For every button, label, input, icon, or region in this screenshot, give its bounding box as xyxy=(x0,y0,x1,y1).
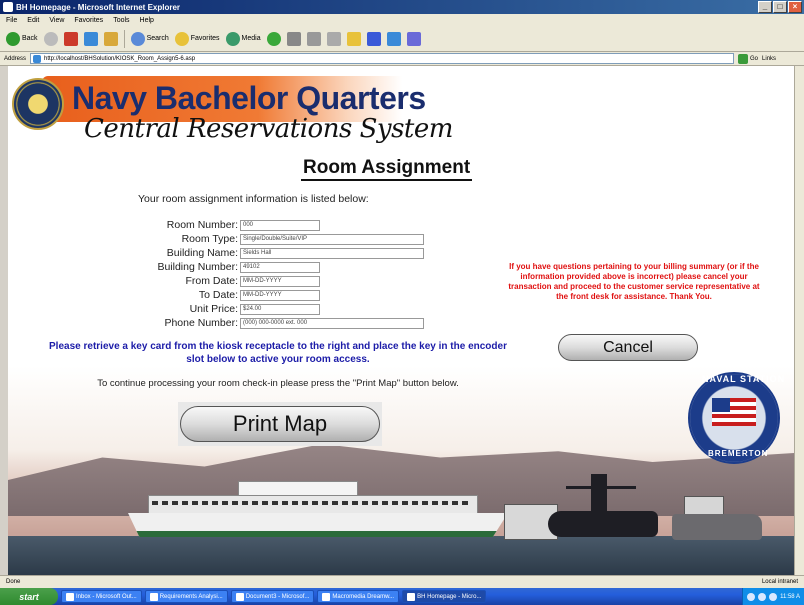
start-button[interactable]: start xyxy=(0,588,58,605)
history-icon[interactable] xyxy=(266,31,281,46)
page-content: Navy Bachelor Quarters Central Reservati… xyxy=(8,66,794,575)
ie-icon xyxy=(3,2,13,12)
task-requirements[interactable]: Requirements Analysi... xyxy=(144,590,228,603)
intro-text: Your room assignment information is list… xyxy=(138,193,369,205)
go-button[interactable]: Go xyxy=(738,53,758,64)
back-arrow-icon xyxy=(6,31,20,46)
room-type-field: Single/Double/Suite/VIP xyxy=(240,233,424,245)
stop-icon[interactable] xyxy=(63,31,78,46)
print-icon[interactable] xyxy=(306,31,321,46)
media-icon xyxy=(225,31,240,46)
minimize-button[interactable]: _ xyxy=(758,1,772,13)
window-titlebar: BH Homepage - Microsoft Internet Explore… xyxy=(0,0,804,14)
star-icon xyxy=(174,31,189,46)
network-icon[interactable] xyxy=(747,592,756,601)
maximize-button[interactable]: □ xyxy=(773,1,787,13)
address-input[interactable]: http://localhost/BHSolution/KIOSK_Room_A… xyxy=(30,53,735,64)
browser-toolbar: Back Search Favorites Media xyxy=(0,26,804,52)
to-date-field: MM-DD-YYYY xyxy=(240,289,320,301)
task-document3[interactable]: Document3 - Microsof... xyxy=(230,590,315,603)
home-icon[interactable] xyxy=(103,31,118,46)
word-icon xyxy=(149,592,158,601)
go-arrow-icon xyxy=(738,53,749,64)
edit-icon[interactable] xyxy=(326,31,341,46)
close-button[interactable]: × xyxy=(788,1,802,13)
unit-price-field: $24.00 xyxy=(240,303,320,315)
search-icon xyxy=(130,31,145,46)
key-card-instruction: Please retrieve a key card from the kios… xyxy=(49,341,507,365)
clock: 11:58 A xyxy=(780,593,800,600)
ie-icon xyxy=(407,592,416,601)
seal-text-bottom: BREMERTON xyxy=(708,449,769,458)
building-number-field: 49102 xyxy=(240,261,320,273)
task-outlook[interactable]: Inbox - Microsoft Out... xyxy=(61,590,142,603)
back-button[interactable]: Back xyxy=(6,31,38,46)
from-date-field: MM-DD-YYYY xyxy=(240,275,320,287)
system-tray: 11:58 A xyxy=(742,588,804,605)
media-button[interactable]: Media xyxy=(225,31,261,46)
cancel-button[interactable]: Cancel xyxy=(558,334,698,361)
seal-text-top: NAVAL STATION xyxy=(702,374,786,384)
page-icon xyxy=(33,54,42,63)
harbor-photo xyxy=(8,366,794,575)
links-button[interactable]: Links xyxy=(762,56,776,62)
continue-instruction: To continue processing your room check-i… xyxy=(97,378,459,389)
address-url: http://localhost/BHSolution/KIOSK_Room_A… xyxy=(44,55,196,62)
banner-subtitle: Central Reservations System xyxy=(84,114,453,144)
forward-arrow-icon[interactable] xyxy=(43,31,58,46)
status-left: Done xyxy=(6,579,21,585)
mail-icon[interactable] xyxy=(286,31,301,46)
print-map-button[interactable]: Print Map xyxy=(180,406,380,442)
building-name-field: Sields Hall xyxy=(240,247,424,259)
menu-view[interactable]: View xyxy=(49,17,64,24)
address-label: Address xyxy=(4,55,27,62)
window-controls: _ □ × xyxy=(758,1,802,13)
discuss-icon[interactable] xyxy=(386,31,401,46)
page-title: Room Assignment xyxy=(301,157,473,181)
taskbar: start Inbox - Microsoft Out... Requireme… xyxy=(0,588,804,605)
vertical-scrollbar[interactable] xyxy=(794,66,804,575)
navy-seal-logo xyxy=(12,78,64,130)
volume-icon[interactable] xyxy=(758,592,767,601)
security-icon[interactable] xyxy=(769,592,778,601)
phone-number-field: (000) 000-0000 ext. 000 xyxy=(240,317,424,329)
research-icon[interactable] xyxy=(406,31,421,46)
menu-edit[interactable]: Edit xyxy=(27,17,39,24)
search-button[interactable]: Search xyxy=(130,31,169,46)
status-zone: Local intranet xyxy=(761,579,798,585)
dreamweaver-icon xyxy=(322,592,331,601)
refresh-icon[interactable] xyxy=(83,31,98,46)
banner-title: Navy Bachelor Quarters xyxy=(72,80,426,116)
word-icon xyxy=(235,592,244,601)
menu-tools[interactable]: Tools xyxy=(113,17,129,24)
address-bar: Address http://localhost/BHSolution/KIOS… xyxy=(0,52,804,66)
folder-icon[interactable] xyxy=(346,31,361,46)
menu-file[interactable]: File xyxy=(6,17,17,24)
menu-bar: File Edit View Favorites Tools Help xyxy=(0,14,804,26)
favorites-button[interactable]: Favorites xyxy=(174,31,220,46)
flag-icon xyxy=(712,398,756,426)
toolbar-separator xyxy=(123,29,125,48)
status-bar: Done Local intranet xyxy=(0,575,804,588)
outlook-icon xyxy=(66,592,74,601)
task-dreamweaver[interactable]: Macromedia Dreamw... xyxy=(317,590,400,603)
messenger-icon[interactable] xyxy=(366,31,381,46)
window-title: BH Homepage - Microsoft Internet Explore… xyxy=(16,2,181,12)
billing-notice: If you have questions pertaining to your… xyxy=(508,262,760,301)
task-bh-homepage[interactable]: BH Homepage - Micro... xyxy=(402,590,487,603)
room-number-field: 000 xyxy=(240,219,320,231)
menu-favorites[interactable]: Favorites xyxy=(74,17,103,24)
header-banner: Navy Bachelor Quarters Central Reservati… xyxy=(12,70,453,150)
menu-help[interactable]: Help xyxy=(140,17,154,24)
